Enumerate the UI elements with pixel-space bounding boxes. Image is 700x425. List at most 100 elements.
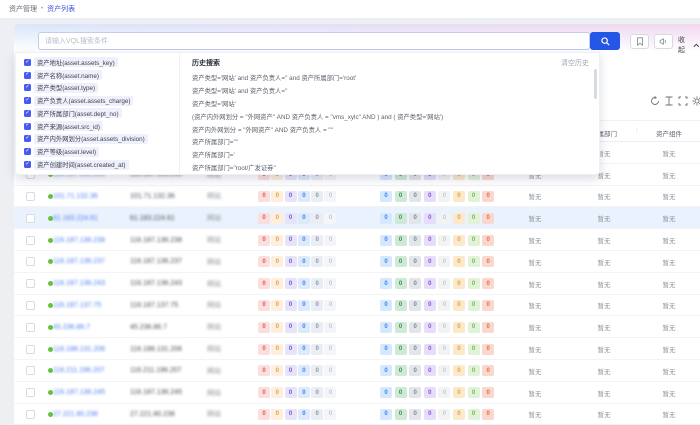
count-badge: 0 (482, 278, 494, 289)
risk-count-badges: 00000000 (380, 404, 494, 425)
row-checkbox[interactable] (26, 257, 35, 266)
asset-address-link[interactable]: 116.187.137.75 (53, 295, 101, 317)
owner-cell: 暂无 (515, 316, 555, 338)
count-badge: 0 (380, 191, 392, 202)
checkbox-checked-icon[interactable]: ✓ (24, 97, 31, 104)
field-option[interactable]: ✓ 资产名称(asset.name) (24, 69, 179, 81)
row-checkbox[interactable] (26, 366, 35, 375)
field-option-label: 资产创建时间(asset.created_at) (34, 160, 129, 170)
field-option-label: 资产名称(asset.name) (34, 70, 102, 80)
component-cell: 暂无 (645, 164, 693, 186)
line-height-icon[interactable] (664, 96, 674, 106)
row-checkbox[interactable] (26, 301, 35, 310)
count-badge: 0 (409, 256, 421, 267)
field-option[interactable]: ✓ 资产地址(asset.assets_key) (24, 56, 179, 68)
asset-address-link[interactable]: 27.221.80.238 (53, 404, 98, 425)
asset-address-link[interactable]: 116.211.196.207 (53, 360, 105, 382)
checkbox-checked-icon[interactable]: ✓ (24, 72, 31, 79)
count-badge: 0 (311, 235, 323, 246)
count-badge: 0 (285, 387, 297, 398)
field-option[interactable]: ✓ 资产来源(asset.src_id) (24, 120, 179, 132)
row-checkbox[interactable] (26, 236, 35, 245)
field-option[interactable]: ✓ 资产类型(asset.type) (24, 82, 179, 94)
history-item[interactable]: 资产类型='网站' (192, 97, 589, 110)
breadcrumb-parent[interactable]: 资产管理 (9, 4, 37, 14)
history-item[interactable]: 资产所属部门="root/广发证券" (192, 161, 589, 174)
row-checkbox[interactable] (26, 323, 35, 332)
table-row: 27.221.80.238 27.221.80.238 网站 000000 00… (14, 404, 700, 425)
history-item[interactable]: 资产所属部门=' (192, 148, 589, 161)
asset-type: 网站 (207, 251, 221, 273)
field-option[interactable]: ✓ 资产所属部门(asset.dept_no) (24, 107, 179, 119)
vuln-count-badges: 000000 (258, 382, 336, 404)
checkbox-checked-icon[interactable]: ✓ (24, 135, 31, 142)
asset-address-link[interactable]: 116.187.136.237 (53, 251, 105, 273)
row-checkbox[interactable] (26, 388, 35, 397)
vuln-count-badges: 000000 (258, 229, 336, 251)
bookmark-button[interactable] (630, 34, 649, 49)
asset-name: 116.211.196.207 (130, 360, 182, 382)
bookmark-icon (636, 37, 644, 46)
collapse-toggle[interactable]: 收起 (678, 35, 700, 55)
field-option[interactable]: ✓ 资产等级(asset.level) (24, 146, 179, 158)
checkbox-checked-icon[interactable]: ✓ (24, 84, 31, 91)
history-item[interactable]: (资产内外网划分 = "外网资产" AND 资产负责人 = "vms_xylc"… (192, 110, 589, 123)
dept-cell: 暂无 (578, 382, 630, 404)
count-badge: 0 (324, 387, 336, 398)
field-option-label: 资产内外网划分(asset.assets_division) (34, 134, 148, 144)
count-badge: 0 (258, 256, 270, 267)
owner-cell: 暂无 (515, 404, 555, 425)
asset-address-link[interactable]: 61.183.224.61 (53, 207, 98, 229)
refresh-icon[interactable] (650, 96, 660, 106)
component-cell: 暂无 (645, 295, 693, 317)
field-option[interactable]: ✓ 资产负责人(asset.assets_charge) (24, 95, 179, 107)
history-item[interactable]: 资产类型='网站' and 资产负责人='' and 资产所属部门='root' (192, 71, 589, 84)
checkbox-checked-icon[interactable]: ✓ (24, 123, 31, 130)
vql-search-input[interactable] (38, 32, 590, 50)
risk-count-badges: 00000000 (380, 186, 494, 208)
checkbox-checked-icon[interactable]: ✓ (24, 161, 31, 168)
checkbox-checked-icon[interactable]: ✓ (24, 148, 31, 155)
clear-history-button[interactable]: 清空历史 (561, 58, 589, 68)
asset-address-link[interactable]: 101.71.132.36 (53, 186, 98, 208)
count-badge: 0 (324, 344, 336, 355)
count-badge: 0 (380, 235, 392, 246)
search-button[interactable] (590, 32, 620, 50)
asset-address-link[interactable]: 116.187.136.238 (53, 229, 105, 251)
history-item[interactable]: 资产内外网划分 = "外网资产" AND 资产负责人 = "" (192, 123, 589, 136)
asset-address-link[interactable]: 45.236.86.7 (53, 316, 90, 338)
history-item[interactable]: 资产所属部门="" (192, 135, 589, 148)
asset-address-link[interactable]: 116.187.136.243 (53, 273, 105, 295)
row-checkbox[interactable] (26, 192, 35, 201)
table-row: 116.187.136.237 116.187.136.237 网站 00000… (14, 251, 700, 273)
checkbox-checked-icon[interactable]: ✓ (24, 110, 31, 117)
count-badge: 0 (324, 409, 336, 420)
count-badge: 0 (271, 278, 283, 289)
asset-address-link[interactable]: 116.187.136.245 (53, 382, 105, 404)
asset-address-link[interactable]: 116.188.131.206 (53, 338, 105, 360)
count-badge: 0 (271, 322, 283, 333)
count-badge: 0 (424, 191, 436, 202)
history-item[interactable]: 资产类型='网站' and 资产负责人='' (192, 84, 589, 97)
dropdown-scrollbar[interactable] (594, 69, 597, 99)
announce-button[interactable] (654, 34, 673, 49)
row-checkbox[interactable] (26, 410, 35, 419)
checkbox-checked-icon[interactable]: ✓ (24, 59, 31, 66)
count-badge: 0 (482, 387, 494, 398)
row-checkbox[interactable] (26, 214, 35, 223)
row-checkbox[interactable] (26, 279, 35, 288)
component-cell: 暂无 (645, 382, 693, 404)
count-badge: 0 (311, 409, 323, 420)
gear-icon[interactable] (692, 96, 700, 106)
field-option[interactable]: ✓ 资产内外网划分(asset.assets_division) (24, 133, 179, 145)
field-option-label: 资产所属部门(asset.dept_no) (34, 108, 122, 118)
count-badge: 0 (298, 213, 310, 224)
column-header-component[interactable]: 资产组件 (645, 128, 693, 138)
count-badge: 0 (271, 256, 283, 267)
row-checkbox[interactable] (26, 345, 35, 354)
fullscreen-icon[interactable] (678, 96, 688, 106)
asset-type: 网站 (207, 295, 221, 317)
field-option[interactable]: ✓ 资产创建时间(asset.created_at) (24, 159, 179, 171)
count-badge: 0 (409, 300, 421, 311)
risk-count-badges: 00000000 (380, 360, 494, 382)
